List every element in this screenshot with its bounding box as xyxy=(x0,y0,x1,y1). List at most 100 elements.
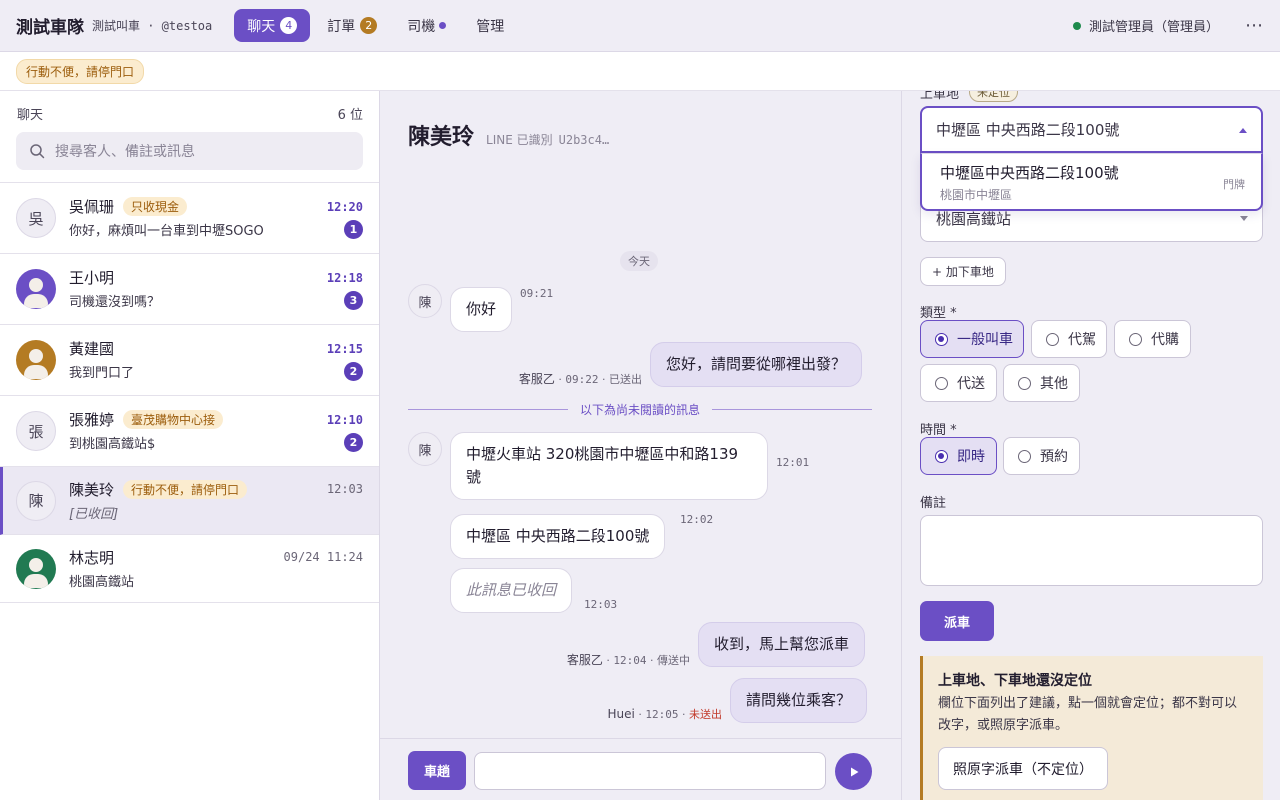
message-bubble-outgoing: 收到，馬上幫您派車 xyxy=(698,622,866,667)
conversation-count: 6 位 xyxy=(337,108,363,123)
suggestion-kind: 門牌 xyxy=(1223,178,1245,191)
user-photo-avatar xyxy=(16,269,56,309)
conversation-preview: 桃園高鐵站 xyxy=(69,574,135,590)
add-dropoff-button[interactable]: + 加下車地 xyxy=(920,257,1006,286)
type-option-label: 一般叫車 xyxy=(957,332,1013,348)
message-composer: 車趟 xyxy=(380,738,901,800)
type-option-purchase[interactable]: 代購 xyxy=(1114,320,1191,358)
conversation-item[interactable]: 張 張雅婷 臺茂購物中心接 12:10 到桃園高鐵站$ 2 xyxy=(0,396,379,467)
search-placeholder: 搜尋客人、備註或訊息 xyxy=(55,144,195,160)
type-option-delivery[interactable]: 代送 xyxy=(920,364,997,402)
time-option-label: 預約 xyxy=(1040,449,1068,465)
dispatch-form: 上車地 未定位 桃園高鐵站 中壢區 中央西路二段100號 中壢區中央西路二段10… xyxy=(901,91,1280,800)
conversation-item-selected[interactable]: 陳 陳美玲 行動不便，請停門口 12:03 [已收回] xyxy=(0,467,379,535)
conversation-name: 王小明 xyxy=(69,269,115,287)
unread-badge: 2 xyxy=(344,362,363,381)
message-time: 12:04 xyxy=(613,654,647,667)
geocode-warning: 上車地、下車地還沒定位 欄位下面列出了建議，點一個就會定位；都不對可以改字，或照… xyxy=(920,656,1263,800)
message-time: 09:22 xyxy=(565,373,599,386)
conversation-item[interactable]: 黃建國 12:15 我到門口了 2 xyxy=(0,325,379,396)
tab-chat[interactable]: 聊天 4 xyxy=(234,9,311,42)
message-bubble-outgoing: 您好，請問要從哪裡出發？ xyxy=(650,342,863,387)
pickup-label: 上車地 未定位 xyxy=(920,91,1019,102)
chevron-up-icon xyxy=(1239,128,1247,133)
conversation-name: 吳佩珊 xyxy=(69,198,115,216)
conversation-time: 12:10 xyxy=(326,412,363,427)
customer-banner: 行動不便，請停門口 xyxy=(0,52,1280,91)
more-menu-button[interactable]: ⋯ xyxy=(1245,15,1264,36)
conversation-preview: [已收回] xyxy=(69,506,119,522)
unread-divider: 以下為尚未閱讀的訊息 xyxy=(408,401,873,418)
send-button[interactable] xyxy=(835,753,872,790)
unread-badge: 2 xyxy=(344,433,363,452)
chat-contact-meta: LINE 已識別 U2b3c4… xyxy=(486,131,609,148)
message-meta: Huei · 12:05 · 未送出 xyxy=(607,707,722,721)
time-label: 時間 * xyxy=(920,423,957,438)
unread-badge: 3 xyxy=(344,291,363,310)
message-avatar: 陳 xyxy=(408,284,442,318)
message-meta: 客服乙 · 12:04 · 傳送中 xyxy=(566,653,690,667)
message-time: 12:05 xyxy=(645,708,679,721)
brand-subtitle: 測試叫車 · @testoa xyxy=(92,19,213,33)
message-time: 09:21 xyxy=(520,287,554,300)
suggestion-subtitle: 桃園市中壢區 xyxy=(940,188,1013,202)
trip-button[interactable]: 車趟 xyxy=(408,751,466,790)
dispatch-button[interactable]: 派車 xyxy=(920,601,994,641)
suggestion-title[interactable]: 中壢區中央西路二段100號 xyxy=(940,162,1261,183)
dropoff-value: 桃園高鐵站 xyxy=(936,210,1012,228)
warning-title: 上車地、下車地還沒定位 xyxy=(938,673,1092,689)
conversation-preview: 我到門口了 xyxy=(69,366,135,381)
message-bubble-incoming: 中壢區 中央西路二段100號 xyxy=(450,514,666,559)
dispatch-unlocated-button[interactable]: 照原字派車（不定位） xyxy=(938,747,1108,790)
tab-orders[interactable]: 訂單 2 xyxy=(314,9,390,42)
pickup-select[interactable]: 中壢區 中央西路二段100號 xyxy=(920,106,1263,153)
message-status: 已送出 xyxy=(609,373,642,386)
message-status: 傳送中 xyxy=(657,654,690,667)
note-textarea[interactable] xyxy=(920,515,1263,586)
online-status-dot xyxy=(1072,21,1081,30)
pickup-label-text: 上車地 xyxy=(920,91,960,102)
tab-drivers-indicator-dot xyxy=(439,22,447,29)
message-time: 12:01 xyxy=(776,456,810,469)
main-nav: 聊天 4 訂單 2 司機 管理 xyxy=(234,9,517,42)
conversation-time: 12:03 xyxy=(326,482,363,496)
sidebar-header: 聊天 6 位 xyxy=(0,91,379,123)
tab-admin[interactable]: 管理 xyxy=(463,9,517,42)
type-option-label: 代送 xyxy=(957,376,985,392)
time-option-scheduled[interactable]: 預約 xyxy=(1003,437,1080,475)
time-option-label: 即時 xyxy=(957,449,985,465)
user-photo-avatar xyxy=(16,548,56,589)
send-icon xyxy=(850,767,858,776)
customer-note-tag: 行動不便，請停門口 xyxy=(16,58,145,84)
conversation-tag: 只收現金 xyxy=(123,197,188,216)
type-label: 類型 * xyxy=(920,306,957,321)
conversation-item[interactable]: 林志明 09/24 11:24 桃園高鐵站 xyxy=(0,535,379,603)
tab-drivers-label: 司機 xyxy=(407,18,436,35)
brand-title: 測試車隊 xyxy=(16,18,84,38)
conversation-time: 12:18 xyxy=(326,270,363,285)
time-option-now[interactable]: 即時 xyxy=(920,437,997,475)
message-avatar: 陳 xyxy=(408,432,442,466)
message-bubble-incoming: 中壢火車站 320桃園市中壢區中和路139號 xyxy=(450,432,768,500)
type-option-general[interactable]: 一般叫車 xyxy=(920,320,1024,358)
message-input[interactable] xyxy=(474,752,826,790)
conversation-time: 12:15 xyxy=(326,341,363,356)
conversation-time: 12:20 xyxy=(326,199,363,214)
search-input[interactable]: 搜尋客人、備註或訊息 xyxy=(16,132,363,170)
conversation-preview: 司機還沒到嗎？ xyxy=(69,295,161,310)
conversation-name: 陳美玲 xyxy=(69,480,115,499)
type-option-other[interactable]: 其他 xyxy=(1003,364,1080,402)
type-option-driver[interactable]: 代駕 xyxy=(1031,320,1107,358)
line-status: LINE 已識別 xyxy=(486,133,553,147)
tab-admin-label: 管理 xyxy=(476,18,505,35)
user-photo-avatar xyxy=(16,340,56,380)
conversation-item[interactable]: 王小明 12:18 司機還沒到嗎？ 3 xyxy=(0,254,379,325)
search-icon xyxy=(30,144,45,159)
conversation-name: 黃建國 xyxy=(69,340,115,358)
conversation-item[interactable]: 吳 吳佩珊 只收現金 12:20 你好，麻煩叫一台車到中壢SOGO 1 xyxy=(0,183,379,254)
chat-header: 陳美玲 LINE 已識別 U2b3c4… xyxy=(408,119,609,151)
conversation-sidebar: 聊天 6 位 搜尋客人、備註或訊息 吳 吳佩珊 只收現金 12:20 你好，麻煩… xyxy=(0,91,380,800)
tab-drivers[interactable]: 司機 xyxy=(394,9,459,42)
conversation-preview: 到桃園高鐵站$ xyxy=(69,437,156,452)
message-bubble-incoming: 你好 xyxy=(450,287,513,332)
